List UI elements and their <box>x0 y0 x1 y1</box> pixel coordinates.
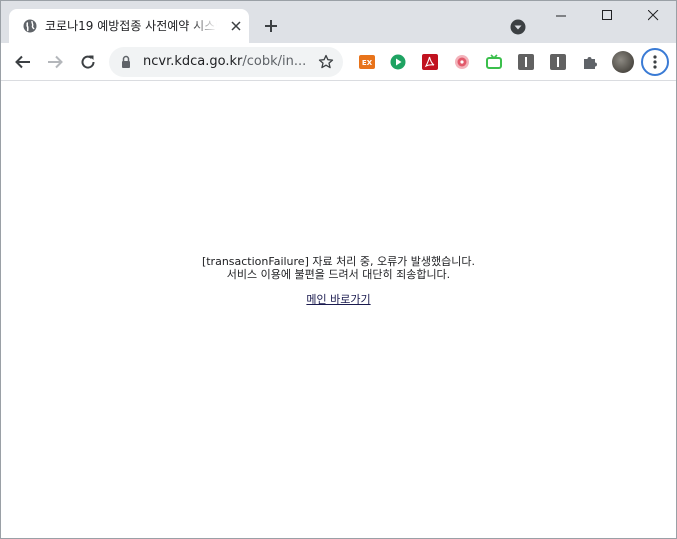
ex-extension-icon[interactable]: EX <box>359 54 375 70</box>
kebab-menu-icon <box>653 55 657 69</box>
tab-search-icon[interactable] <box>510 19 526 35</box>
page-content: [transactionFailure] 자료 처리 중, 오류가 발생했습니다… <box>1 81 676 538</box>
error-line-1: [transactionFailure] 자료 처리 중, 오류가 발생했습니다… <box>201 255 476 268</box>
back-arrow-icon[interactable] <box>13 52 33 72</box>
new-tab-icon[interactable] <box>263 18 279 34</box>
red-circle-extension-icon[interactable] <box>454 54 470 70</box>
minimize-icon <box>556 15 566 17</box>
maximize-button[interactable] <box>584 1 630 31</box>
gray-i-extension-icon[interactable] <box>518 54 534 70</box>
close-window-button[interactable] <box>630 1 676 31</box>
forward-arrow-icon[interactable] <box>45 52 65 72</box>
error-message: [transactionFailure] 자료 처리 중, 오류가 발생했습니다… <box>1 255 676 306</box>
reload-icon[interactable] <box>78 52 98 72</box>
home-link[interactable]: 메인 바로가기 <box>306 293 370 306</box>
globe-icon <box>23 19 37 33</box>
url-path: /cobk/in... <box>242 54 307 69</box>
toolbar: ncvr.kdca.go.kr/cobk/in... EX <box>1 43 676 81</box>
browser-menu-button[interactable] <box>641 48 669 76</box>
browser-window: 코로나19 예방접종 사전예약 시스템 ncvr.kdca.go.kr/cobk… <box>0 0 677 539</box>
ex-extension-label: EX <box>362 59 373 67</box>
gray-i-extension-2-icon[interactable] <box>550 54 566 70</box>
maximize-icon <box>602 10 612 20</box>
close-window-icon <box>648 10 659 21</box>
active-tab[interactable]: 코로나19 예방접종 사전예약 시스템 <box>9 9 249 43</box>
tab-title: 코로나19 예방접종 사전예약 시스템 <box>45 19 217 33</box>
address-bar[interactable]: ncvr.kdca.go.kr/cobk/in... <box>109 47 343 77</box>
tv-extension-icon[interactable] <box>486 54 502 70</box>
bookmark-star-icon[interactable] <box>318 54 334 70</box>
pdf-extension-icon[interactable] <box>422 54 438 70</box>
green-play-extension-icon[interactable] <box>390 54 406 70</box>
lock-icon[interactable] <box>120 55 132 69</box>
url-text: ncvr.kdca.go.kr/cobk/in... <box>143 54 313 70</box>
error-line-2: 서비스 이용에 불편을 드려서 대단히 죄송합니다. <box>226 268 451 281</box>
minimize-button[interactable] <box>538 1 584 31</box>
tab-strip: 코로나19 예방접종 사전예약 시스템 <box>1 1 676 43</box>
url-host: ncvr.kdca.go.kr <box>143 54 243 69</box>
close-icon[interactable] <box>230 20 242 32</box>
puzzle-icon[interactable] <box>582 54 598 70</box>
avatar[interactable] <box>612 51 634 73</box>
